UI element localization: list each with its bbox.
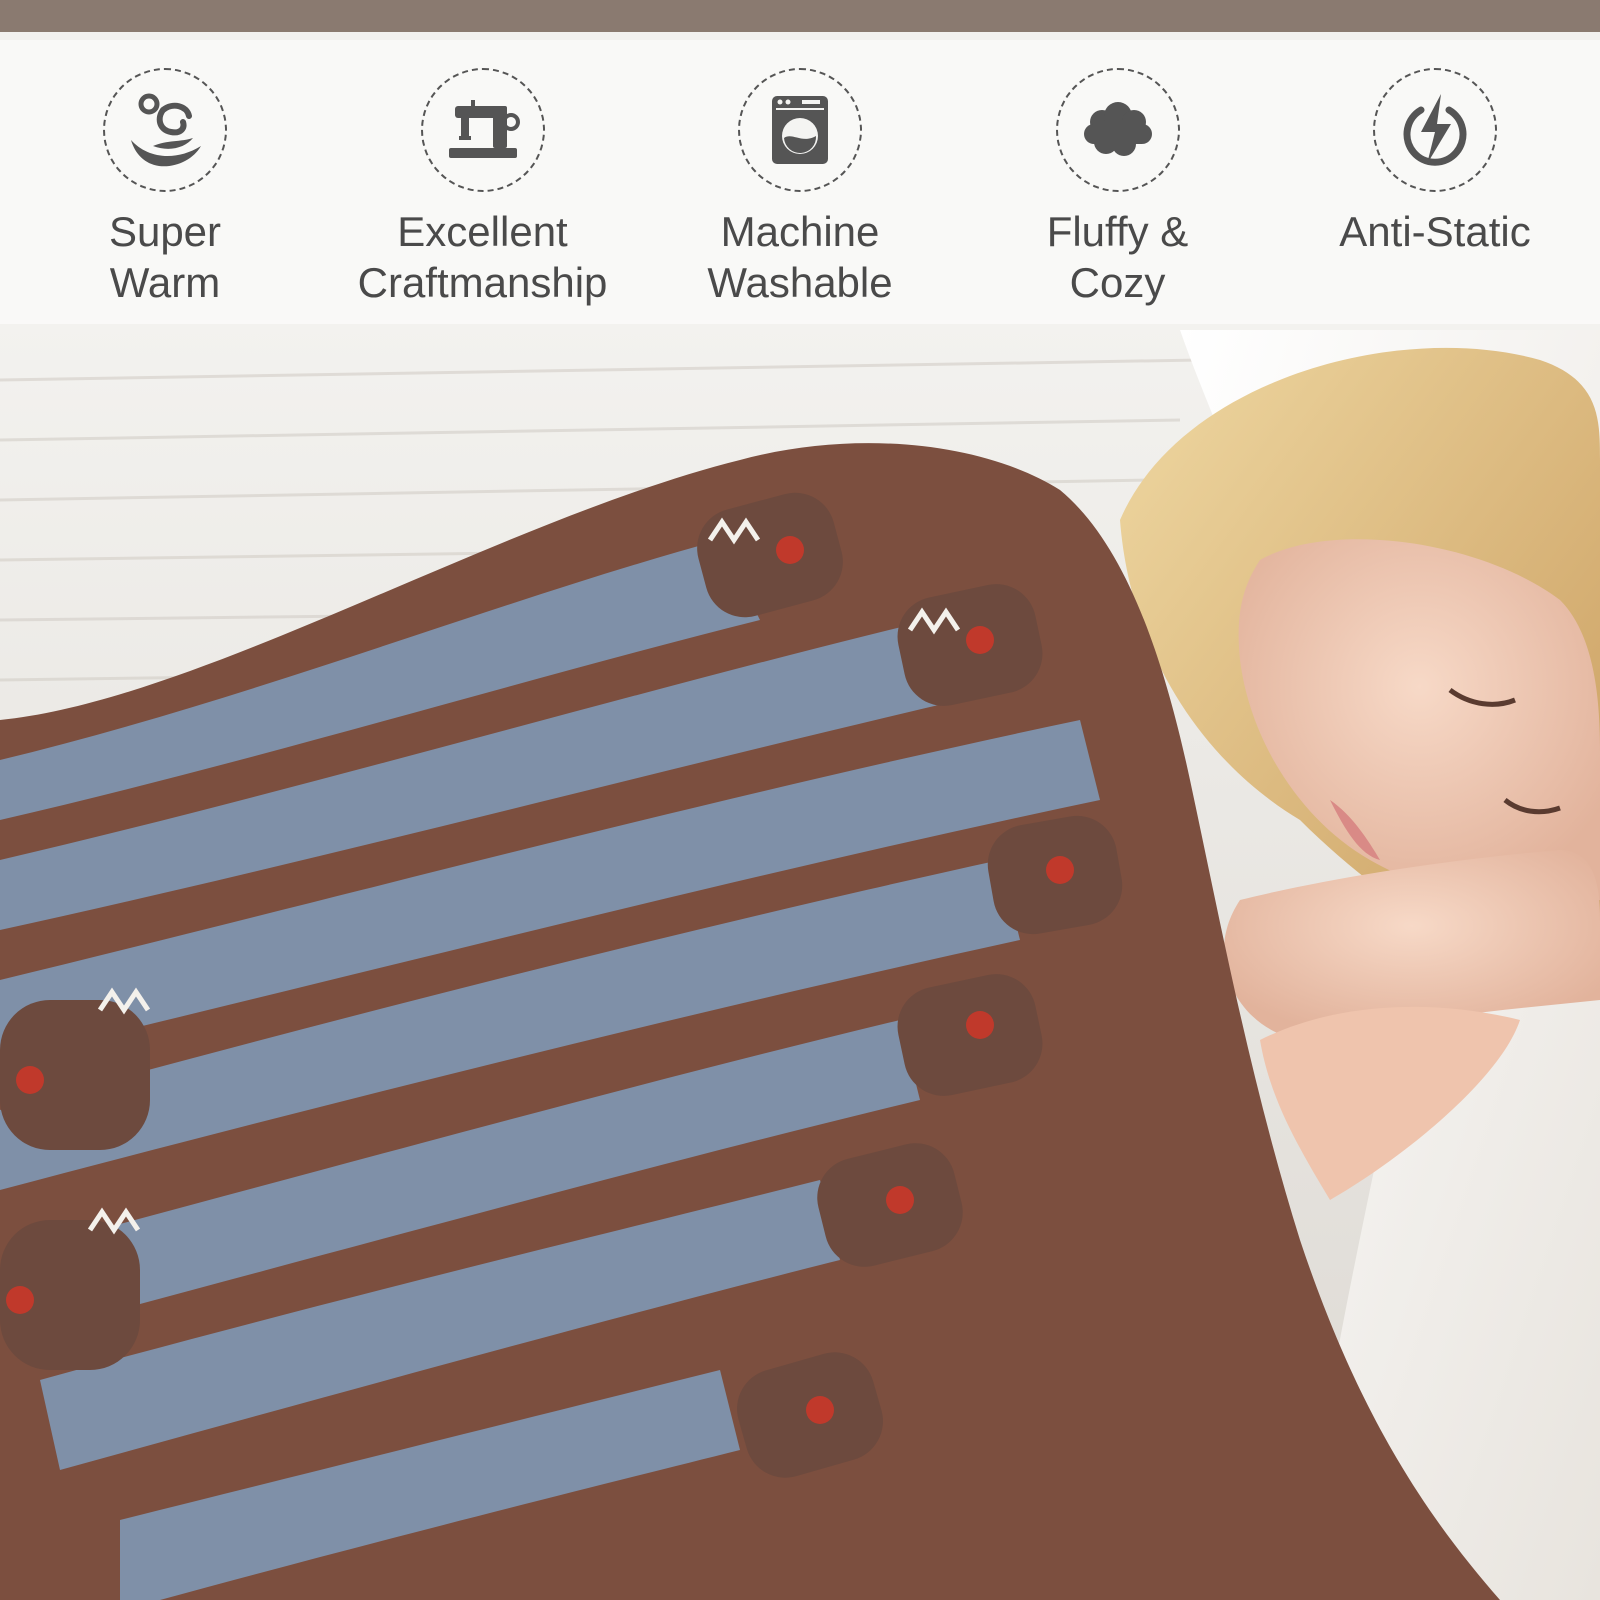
feature-label: Fluffy & Cozy: [1046, 208, 1189, 306]
sewing-machine-icon: [448, 100, 520, 158]
lightning-bolt-icon: [1403, 94, 1467, 166]
feature-fluffy-cozy: Fluffy & Cozy: [1003, 68, 1233, 308]
feature-banner: Super Warm Excellent Craftmanship Machin…: [0, 32, 1600, 324]
feature-label: Super Warm: [108, 208, 222, 306]
feature-label: Anti-Static: [1339, 208, 1531, 255]
icon-ring: [1055, 68, 1180, 192]
feature-machine-washable: Machine Washable: [685, 68, 915, 308]
feature-label: Machine Washable: [707, 208, 893, 306]
icon-ring: [738, 68, 862, 192]
icon-ring: [103, 68, 227, 192]
feature-anti-static: Anti-Static: [1320, 68, 1550, 257]
washing-machine-icon: [772, 96, 828, 164]
icon-ring: [420, 68, 545, 192]
warm-hand-icon: [131, 93, 201, 167]
feature-label: Excellent Craftmanship: [357, 208, 608, 306]
icon-ring: [1373, 68, 1497, 192]
feature-excellent-craftmanship: Excellent Craftmanship: [358, 68, 607, 308]
feature-super-warm: Super Warm: [50, 68, 280, 308]
cloud-icon: [1083, 102, 1152, 156]
